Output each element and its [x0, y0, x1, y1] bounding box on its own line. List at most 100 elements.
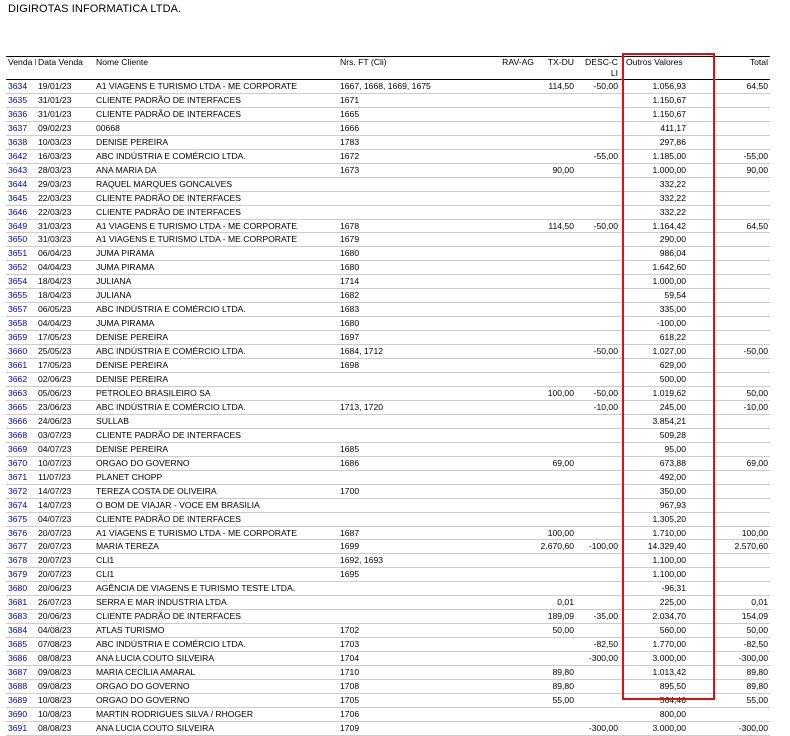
row-rav-ag-cell — [456, 638, 536, 652]
row-venda-cell[interactable]: 3665 — [6, 400, 36, 414]
row-venda-cell[interactable]: 3634 — [6, 80, 36, 94]
row-nrs-ft-cell — [338, 498, 456, 512]
row-venda-cell[interactable]: 3645 — [6, 191, 36, 205]
row-venda-cell[interactable]: 3643 — [6, 163, 36, 177]
row-venda-cell[interactable]: 3668 — [6, 428, 36, 442]
row-venda-cell[interactable]: 3637 — [6, 121, 36, 135]
header-data: Data Venda — [38, 57, 83, 67]
row-tx-du-cell: 100,00 — [547, 387, 574, 398]
row-cliente-cell: O BOM DE VIAJAR - VOCE EM BRASILIA — [96, 499, 260, 510]
row-venda-cell[interactable]: 3690 — [6, 707, 36, 721]
row-rav-ag-cell — [456, 191, 536, 205]
header-tx-du: TX-DU — [547, 57, 574, 67]
row-rav-ag-cell — [456, 107, 536, 121]
row-rav-ag-cell — [456, 359, 536, 373]
row-rav-ag-cell — [456, 666, 536, 680]
row-venda-cell[interactable]: 3660 — [6, 345, 36, 359]
row-data-cell: 20/07/23 — [38, 541, 72, 552]
row-outros-valores-cell: 332,22 — [659, 178, 686, 189]
row-venda-cell[interactable]: 3689 — [6, 693, 36, 707]
row-total-cell: 55,00 — [746, 694, 768, 705]
row-venda-cell[interactable]: 3672 — [6, 484, 36, 498]
row-venda-cell[interactable]: 3671 — [6, 470, 36, 484]
row-data-cell: 16/03/23 — [38, 150, 72, 161]
row-venda-cell[interactable]: 3666 — [6, 414, 36, 428]
row-venda-cell[interactable]: 3678 — [6, 554, 36, 568]
row-tx-du-cell — [536, 107, 576, 121]
row-venda-cell[interactable]: 3681 — [6, 596, 36, 610]
row-total-cell — [688, 331, 770, 345]
row-desc-cli-cell — [576, 456, 620, 470]
row-venda-cell[interactable]: 3652 — [6, 261, 36, 275]
row-outros-valores-cell: 3.000,00 — [652, 722, 686, 733]
row-tx-du-cell — [536, 191, 576, 205]
row-venda-cell[interactable]: 3663 — [6, 386, 36, 400]
row-nrs-ft-cell: 1672 — [340, 150, 360, 161]
row-venda-cell[interactable]: 3677 — [6, 540, 36, 554]
row-venda-cell[interactable]: 3650 — [6, 233, 36, 247]
row-venda-cell[interactable]: 3683 — [6, 610, 36, 624]
row-rav-ag-cell — [456, 442, 536, 456]
row-outros-valores-cell: 1.000,00 — [652, 164, 686, 175]
row-venda-cell[interactable]: 3655 — [6, 289, 36, 303]
row-venda-cell[interactable]: 3642 — [6, 149, 36, 163]
row-venda-cell[interactable]: 3651 — [6, 247, 36, 261]
row-total-cell — [688, 359, 770, 373]
header-nrs-ft: Nrs. FT (Cli) — [340, 57, 387, 67]
row-outros-valores-cell: 1.185,00 — [652, 150, 686, 161]
row-venda-cell[interactable]: 3674 — [6, 498, 36, 512]
row-venda-cell[interactable]: 3685 — [6, 638, 36, 652]
row-rav-ag-cell — [456, 219, 536, 233]
row-outros-valores-cell: 1.000,00 — [652, 276, 686, 287]
row-venda-cell[interactable]: 3662 — [6, 373, 36, 387]
table-row: 3685 07/08/23 ABC INDÚSTRIA E COMÉRCIO LTD… — [6, 638, 770, 652]
row-venda-cell[interactable]: 3687 — [6, 666, 36, 680]
row-venda-cell[interactable]: 3686 — [6, 652, 36, 666]
row-venda-cell[interactable]: 3679 — [6, 568, 36, 582]
row-outros-valores-cell: 1.150,67 — [652, 108, 686, 119]
row-data-cell: 09/08/23 — [38, 667, 72, 678]
row-venda-cell[interactable]: 3636 — [6, 107, 36, 121]
row-nrs-ft-cell: 1671 — [340, 94, 360, 105]
row-venda-cell[interactable]: 3654 — [6, 275, 36, 289]
row-venda-cell[interactable]: 3684 — [6, 624, 36, 638]
row-outros-valores-cell: 986,04 — [659, 248, 686, 259]
row-venda-cell[interactable]: 3669 — [6, 442, 36, 456]
row-rav-ag-cell — [456, 484, 536, 498]
company-name: DIGIROTAS INFORMATICA LTDA. — [8, 3, 182, 15]
row-venda-cell[interactable]: 3658 — [6, 317, 36, 331]
row-venda-cell[interactable]: 3661 — [6, 359, 36, 373]
row-outros-valores-cell: -100,00 — [656, 318, 686, 329]
row-venda-cell[interactable]: 3635 — [6, 93, 36, 107]
table-header-row: Venda Nº Data Venda Nome Cliente Nrs. FT… — [6, 56, 770, 80]
row-venda-cell[interactable]: 3691 — [6, 721, 36, 735]
row-data-cell: 04/07/23 — [38, 513, 72, 524]
table-row: 3677 20/07/23 MARIA TEREZA 1699 2.670,60 -100… — [6, 540, 770, 554]
row-nrs-ft-cell — [338, 582, 456, 596]
row-venda-cell[interactable]: 3676 — [6, 526, 36, 540]
row-nrs-ft-cell: 1706 — [340, 708, 360, 719]
row-desc-cli-cell: -10,00 — [593, 401, 618, 412]
row-venda-cell[interactable]: 3688 — [6, 679, 36, 693]
row-venda-cell[interactable]: 3649 — [6, 219, 36, 233]
row-tx-du-cell — [536, 93, 576, 107]
row-total-cell — [688, 498, 770, 512]
row-venda-cell[interactable]: 3638 — [6, 135, 36, 149]
row-venda-cell[interactable]: 3646 — [6, 205, 36, 219]
row-cliente-cell: RAQUEL MARQUES GONCALVES — [96, 178, 233, 189]
row-desc-cli-cell — [576, 317, 620, 331]
row-tx-du-cell: 55,00 — [552, 694, 574, 705]
row-venda-cell[interactable]: 3644 — [6, 177, 36, 191]
row-data-cell: 31/01/23 — [38, 94, 72, 105]
row-venda-cell[interactable]: 3675 — [6, 512, 36, 526]
table-row: 3690 10/08/23 MARTIN RODRIGUES SILVA / RHO… — [6, 707, 770, 722]
row-nrs-ft-cell: 1673 — [340, 164, 360, 175]
row-venda-cell[interactable]: 3657 — [6, 303, 36, 317]
row-venda-cell[interactable]: 3659 — [6, 331, 36, 345]
row-venda-cell[interactable]: 3670 — [6, 456, 36, 470]
row-data-cell: 19/01/23 — [38, 81, 72, 91]
row-rav-ag-cell — [456, 177, 536, 191]
row-total-cell — [688, 568, 770, 582]
row-desc-cli-cell: -55,00 — [593, 150, 618, 161]
row-venda-cell[interactable]: 3680 — [6, 582, 36, 596]
